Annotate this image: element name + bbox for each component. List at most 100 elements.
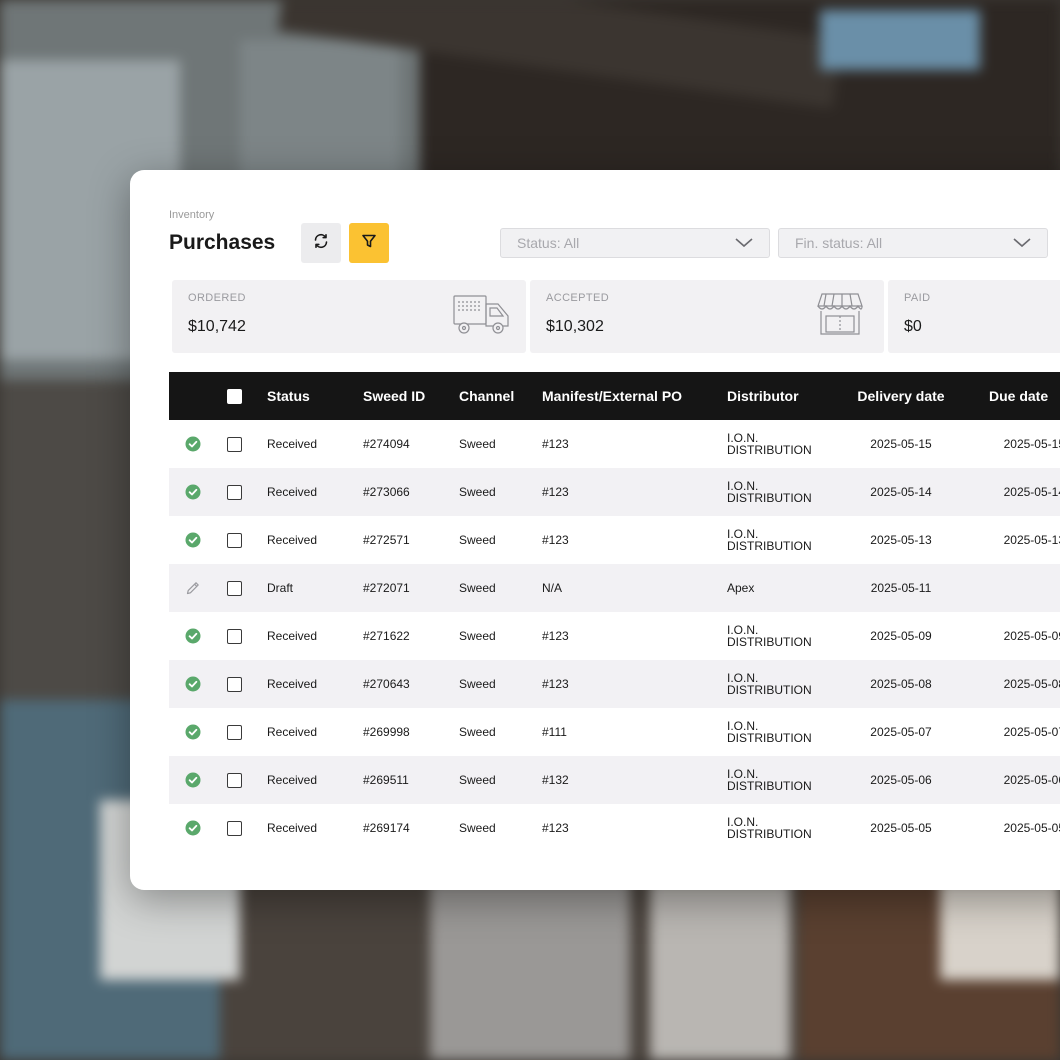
page-title: Purchases bbox=[169, 231, 276, 254]
stat-value: $10,302 bbox=[546, 318, 604, 335]
delivery-date-cell: 2025-05-05 bbox=[870, 821, 932, 835]
stat-label: ACCEPTED bbox=[546, 292, 610, 304]
channel-cell: Sweed bbox=[459, 725, 496, 739]
stat-card-accepted: ACCEPTED $10,302 bbox=[530, 280, 884, 353]
filter-button[interactable] bbox=[349, 223, 389, 263]
distributor-name: I.O.N. DISTRIBUTION bbox=[727, 671, 812, 697]
sweed-id-cell[interactable]: #272071 bbox=[363, 564, 410, 612]
distributor-cell: Apex bbox=[727, 564, 837, 612]
row-checkbox[interactable] bbox=[227, 436, 242, 452]
column-header-due-date[interactable]: Due date bbox=[989, 372, 1060, 420]
column-header-sweed-id[interactable]: Sweed ID bbox=[363, 372, 425, 420]
table-row[interactable]: Received #273066 Sweed #123 I.O.N. DISTRIBUT… bbox=[169, 468, 1060, 516]
row-checkbox[interactable] bbox=[227, 820, 242, 836]
due-date-cell: 2025-05-15 bbox=[1003, 437, 1060, 451]
stat-value: $10,742 bbox=[188, 318, 246, 335]
status-cell: Received bbox=[267, 773, 318, 787]
sweed-id-cell[interactable]: #269174 bbox=[363, 804, 410, 852]
channel-cell: Sweed bbox=[459, 629, 496, 643]
table-row[interactable]: Draft #272071 Sweed N/A Apex 2025-05-11 bbox=[169, 564, 1060, 612]
status-cell: Received bbox=[267, 485, 318, 499]
select-all-checkbox[interactable] bbox=[227, 388, 242, 404]
status-cell: Received bbox=[267, 533, 318, 547]
chevron-down-icon bbox=[735, 235, 753, 251]
sweed-id-cell[interactable]: #269511 bbox=[363, 756, 409, 804]
column-header-status[interactable]: Status bbox=[267, 372, 310, 420]
stat-card-paid: PAID $0 bbox=[888, 280, 1060, 353]
distributor-name: I.O.N. DISTRIBUTION bbox=[727, 767, 812, 793]
stat-label: ORDERED bbox=[188, 292, 246, 304]
distributor-cell: I.O.N. DISTRIBUTION bbox=[727, 756, 837, 804]
check-circle-icon bbox=[185, 756, 201, 804]
distributor-cell: I.O.N. DISTRIBUTION bbox=[727, 660, 837, 708]
manifest-cell: #123 bbox=[542, 629, 569, 643]
check-circle-icon bbox=[185, 804, 201, 852]
table-row[interactable]: Received #269998 Sweed #111 I.O.N. DISTRIBUT… bbox=[169, 708, 1060, 756]
due-date-cell: 2025-05-08 bbox=[1003, 677, 1060, 691]
distributor-name: I.O.N. DISTRIBUTION bbox=[727, 527, 812, 553]
sweed-id-cell[interactable]: #270643 bbox=[363, 660, 410, 708]
row-checkbox[interactable] bbox=[227, 484, 242, 500]
stat-value: $0 bbox=[904, 318, 922, 335]
channel-cell: Sweed bbox=[459, 677, 496, 691]
distributor-cell: I.O.N. DISTRIBUTION bbox=[727, 804, 837, 852]
due-date-cell: 2025-05-06 bbox=[1003, 773, 1060, 787]
check-circle-icon bbox=[185, 612, 201, 660]
column-header-channel[interactable]: Channel bbox=[459, 372, 514, 420]
table-row[interactable]: Received #274094 Sweed #123 I.O.N. DISTRIBUT… bbox=[169, 420, 1060, 468]
manifest-cell: N/A bbox=[542, 581, 563, 595]
table-row[interactable]: Received #272571 Sweed #123 I.O.N. DISTRIBUT… bbox=[169, 516, 1060, 564]
filter-icon bbox=[361, 233, 377, 254]
column-header-distributor[interactable]: Distributor bbox=[727, 372, 799, 420]
sweed-id-cell[interactable]: #269998 bbox=[363, 708, 410, 756]
table-row[interactable]: Received #270643 Sweed #123 I.O.N. DISTRIBUT… bbox=[169, 660, 1060, 708]
row-checkbox-cell bbox=[227, 612, 242, 660]
table-body: Received #274094 Sweed #123 I.O.N. DISTRIBUT… bbox=[169, 420, 1060, 852]
row-checkbox[interactable] bbox=[227, 724, 242, 740]
pencil-icon bbox=[185, 564, 201, 612]
manifest-cell: #123 bbox=[542, 437, 569, 451]
sweed-id-cell[interactable]: #274094 bbox=[363, 420, 410, 468]
distributor-cell: I.O.N. DISTRIBUTION bbox=[727, 612, 837, 660]
table-row[interactable]: Received #271622 Sweed #123 I.O.N. DISTRIBUT… bbox=[169, 612, 1060, 660]
distributor-cell: I.O.N. DISTRIBUTION bbox=[727, 708, 837, 756]
row-checkbox-cell bbox=[227, 804, 242, 852]
select-all-checkbox-cell bbox=[227, 372, 242, 420]
status-filter-value: Status: All bbox=[517, 235, 580, 251]
status-filter-select[interactable]: Status: All bbox=[500, 228, 770, 258]
delivery-date-cell: 2025-05-13 bbox=[870, 533, 932, 547]
row-checkbox[interactable] bbox=[227, 628, 242, 644]
sweed-id-cell[interactable]: #273066 bbox=[363, 468, 410, 516]
delivery-date-cell: 2025-05-09 bbox=[870, 629, 932, 643]
channel-cell: Sweed bbox=[459, 437, 496, 451]
manifest-cell: #123 bbox=[542, 485, 569, 499]
row-checkbox[interactable] bbox=[227, 772, 242, 788]
delivery-date-cell: 2025-05-15 bbox=[870, 437, 932, 451]
refresh-button[interactable] bbox=[301, 223, 341, 263]
distributor-cell: I.O.N. DISTRIBUTION bbox=[727, 420, 837, 468]
row-checkbox[interactable] bbox=[227, 532, 242, 548]
distributor-name: I.O.N. DISTRIBUTION bbox=[727, 431, 812, 457]
due-date-cell: 2025-05-07 bbox=[1003, 725, 1060, 739]
breadcrumb[interactable]: Inventory bbox=[169, 209, 214, 221]
sweed-id-cell[interactable]: #271622 bbox=[363, 612, 410, 660]
row-checkbox[interactable] bbox=[227, 580, 242, 596]
delivery-date-cell: 2025-05-11 bbox=[870, 581, 932, 595]
table-row[interactable]: Received #269511 Sweed #132 I.O.N. DISTRIBUT… bbox=[169, 756, 1060, 804]
distributor-cell: I.O.N. DISTRIBUTION bbox=[727, 516, 837, 564]
row-checkbox-cell bbox=[227, 660, 242, 708]
status-cell: Received bbox=[267, 821, 318, 835]
refresh-icon bbox=[313, 233, 329, 254]
fin-status-filter-select[interactable]: Fin. status: All bbox=[778, 228, 1048, 258]
table-header: Status Sweed ID Channel Manifest/Externa… bbox=[169, 372, 1060, 420]
column-header-manifest[interactable]: Manifest/External PO bbox=[542, 372, 682, 420]
status-cell: Received bbox=[267, 437, 318, 451]
sweed-id-cell[interactable]: #272571 bbox=[363, 516, 410, 564]
delivery-date-cell: 2025-05-08 bbox=[870, 677, 932, 691]
delivery-date-cell: 2025-05-06 bbox=[870, 773, 932, 787]
distributor-name: I.O.N. DISTRIBUTION bbox=[727, 623, 812, 649]
channel-cell: Sweed bbox=[459, 581, 496, 595]
row-checkbox[interactable] bbox=[227, 676, 242, 692]
column-header-delivery-date[interactable]: Delivery date bbox=[853, 372, 949, 420]
table-row[interactable]: Received #269174 Sweed #123 I.O.N. DISTRIBUT… bbox=[169, 804, 1060, 852]
